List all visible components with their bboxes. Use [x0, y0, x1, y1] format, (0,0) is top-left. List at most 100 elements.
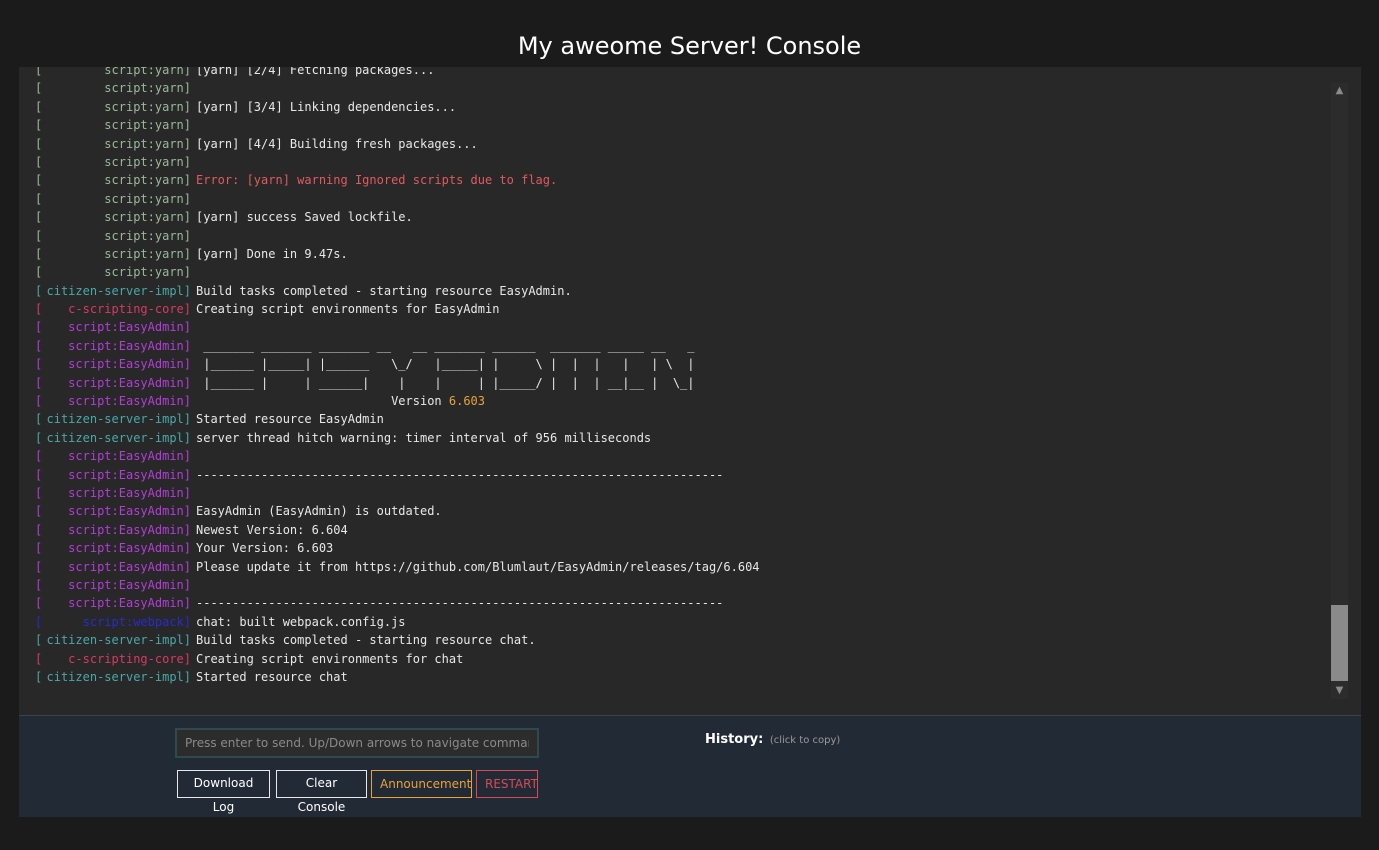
log-prefix: script:yarn] [104, 246, 191, 261]
scroll-down-arrow-icon[interactable]: ▼ [1331, 683, 1348, 699]
log-line: [c-scripting-core] Creating script enviro… [35, 300, 1325, 318]
scrollbar-thumb[interactable] [1331, 605, 1348, 681]
log-line: [script:yarn] [yarn] success Saved lockfi… [35, 208, 1325, 226]
command-input[interactable] [175, 728, 539, 758]
log-prefix: citizen-server-impl] [46, 633, 192, 648]
log-message: [yarn] success Saved lockfile. [196, 210, 413, 225]
log-message: Started resource EasyAdmin [196, 412, 384, 427]
log-prefix: script:yarn] [104, 81, 191, 96]
log-bracket: [ [35, 246, 43, 261]
log-prefix: script:EasyAdmin] [68, 504, 191, 519]
log-line: [script:EasyAdmin] EasyAdmin (EasyAdmin) … [35, 502, 1325, 520]
version-highlight: 6.603 [448, 394, 485, 409]
scroll-up-arrow-icon[interactable]: ▲ [1331, 83, 1348, 99]
log-message: Creating script environments for chat [196, 651, 464, 666]
log-line: [script:webpack] chat: built webpack.conf… [35, 613, 1325, 631]
log-bracket: [ [35, 283, 43, 298]
log-bracket: [ [35, 449, 43, 464]
log-prefix: script:yarn] [104, 265, 191, 280]
log-bracket: [ [35, 265, 43, 280]
log-line: [citizen-server-impl] Build tasks complet… [35, 282, 1325, 300]
log-bracket: [ [35, 338, 43, 353]
scrollbar[interactable]: ▲ ▼ [1331, 83, 1348, 699]
console-output[interactable]: [script:yarn] [yarn] [2/4] Fetching packa… [19, 67, 1361, 715]
log-bracket: [ [35, 136, 43, 151]
log-message: Version [196, 394, 449, 409]
log-line: [citizen-server-impl] Build tasks complet… [35, 631, 1325, 649]
log-line: [ script:yarn] [35, 79, 1325, 97]
log-bracket: [ [35, 228, 43, 243]
log-bracket: [ [35, 81, 43, 96]
log-message: Error: [yarn] warning Ignored scripts du… [196, 173, 558, 188]
log-bracket: [ [35, 485, 43, 500]
log-prefix: script:yarn] [104, 99, 191, 114]
log-bracket: [ [35, 357, 43, 372]
log-bracket: [ [35, 633, 43, 648]
log-line: [ script:EasyAdmin] Version 6.603 [35, 392, 1325, 410]
log-prefix: citizen-server-impl] [46, 412, 192, 427]
log-bracket: [ [35, 154, 43, 169]
log-line: [script:yarn] [yarn] [4/4] Building fresh… [35, 135, 1325, 153]
log-message: _______ _______ _______ __ __ _______ __… [196, 338, 695, 353]
download-log-button[interactable]: Download Log [177, 770, 270, 814]
log-prefix: script:EasyAdmin] [68, 467, 191, 482]
log-message: Build tasks completed - starting resourc… [196, 283, 572, 298]
log-prefix: script:yarn] [104, 67, 191, 77]
log-prefix: script:EasyAdmin] [68, 577, 191, 592]
log-prefix: citizen-server-impl] [46, 669, 192, 684]
log-line: [citizen-server-impl] Started resource ch… [35, 668, 1325, 686]
log-prefix: c-scripting-core] [68, 302, 191, 317]
history-hint: (click to copy) [769, 735, 841, 746]
log-prefix: citizen-server-impl] [46, 430, 192, 445]
log-line: [ script:EasyAdmin] _______ _______ _____… [35, 337, 1325, 355]
log-bracket: [ [35, 320, 43, 335]
log-prefix: script:yarn] [104, 154, 191, 169]
log-line: [c-scripting-core] Creating script enviro… [35, 650, 1325, 668]
log-prefix: script:EasyAdmin] [68, 320, 191, 335]
log-bracket: [ [35, 504, 43, 519]
log-prefix: script:yarn] [104, 173, 191, 188]
log-bracket: [ [35, 412, 43, 427]
log-bracket: [ [35, 614, 43, 629]
log-bracket: [ [35, 375, 43, 390]
log-message: Build tasks completed - starting resourc… [196, 633, 536, 648]
clear-console-button[interactable]: Clear Console [276, 770, 367, 814]
log-line: [script:EasyAdmin] Newest Version: 6.604 [35, 521, 1325, 539]
log-line: [script:EasyAdmin] ----------------------… [35, 466, 1325, 484]
history-section: History: (click to copy) [705, 732, 840, 747]
log-line: [ script:EasyAdmin] [35, 318, 1325, 336]
log-prefix: script:EasyAdmin] [68, 541, 191, 556]
log-message: Your Version: 6.603 [196, 541, 334, 556]
log-bracket: [ [35, 651, 43, 666]
log-message: |______ | | ______| | | | |_____/ | | | … [196, 375, 695, 390]
log-bracket: [ [35, 596, 43, 611]
log-bracket: [ [35, 669, 43, 684]
log-bracket: [ [35, 541, 43, 556]
log-line: [ script:yarn] [35, 153, 1325, 171]
log-prefix: script:EasyAdmin] [68, 449, 191, 464]
log-prefix: script:yarn] [104, 136, 191, 151]
restart-button[interactable]: RESTART [476, 770, 538, 798]
log-line: [ script:yarn] [35, 116, 1325, 134]
command-panel: Download Log Clear Console Announcement … [19, 715, 1361, 817]
log-line: [ script:EasyAdmin] [35, 447, 1325, 465]
log-bracket: [ [35, 394, 43, 409]
log-line: [script:EasyAdmin] [35, 576, 1325, 594]
log-prefix: script:EasyAdmin] [68, 559, 191, 574]
log-message: ----------------------------------------… [196, 467, 724, 482]
log-line: [script:yarn] [yarn] [3/4] Linking depend… [35, 98, 1325, 116]
log-bracket: [ [35, 118, 43, 133]
log-line: [script:EasyAdmin] [35, 484, 1325, 502]
announcement-button[interactable]: Announcement [371, 770, 472, 798]
log-prefix: script:EasyAdmin] [68, 522, 191, 537]
log-message: Started resource chat [196, 669, 348, 684]
log-prefix: script:EasyAdmin] [68, 394, 191, 409]
log-line: [ script:yarn] [35, 263, 1325, 281]
log-line: [script:yarn] Error: [yarn] warning Ignor… [35, 171, 1325, 189]
log-line: [script:yarn] [yarn] Done in 9.47s. [35, 245, 1325, 263]
log-prefix: script:EasyAdmin] [68, 338, 191, 353]
log-prefix: script:yarn] [104, 118, 191, 133]
log-line: [citizen-server-impl] server thread hitch… [35, 429, 1325, 447]
log-message: [yarn] [3/4] Linking dependencies... [196, 99, 457, 114]
log-message: server thread hitch warning: timer inter… [196, 430, 652, 445]
